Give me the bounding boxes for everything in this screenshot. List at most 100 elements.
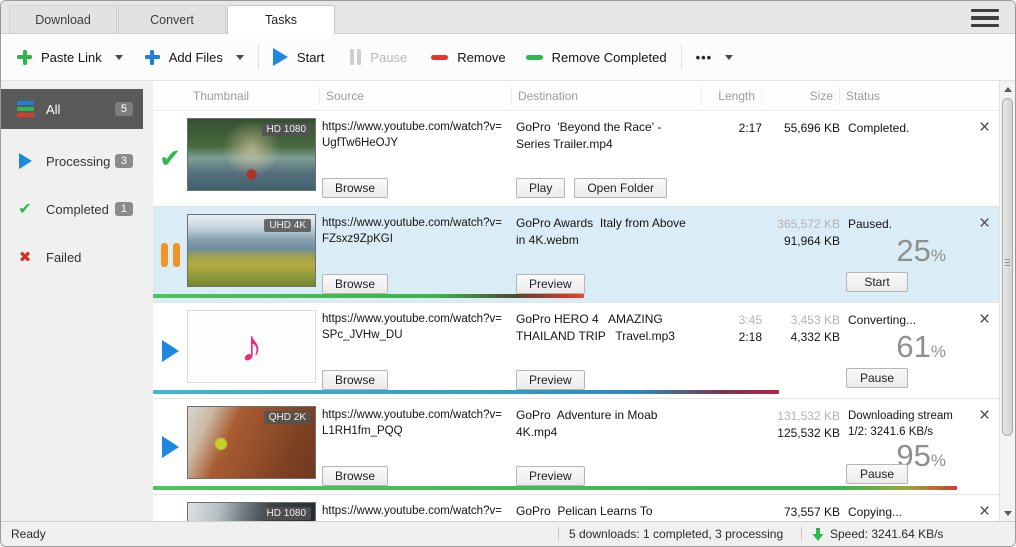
column-status: Status <box>840 87 999 105</box>
length-cell: 3:45 2:18 <box>702 303 762 398</box>
plus-icon <box>17 50 32 65</box>
hamburger-menu-icon[interactable] <box>971 9 999 28</box>
task-row[interactable]: ♪ https://www.youtube.com/watch?v=SPc_JV… <box>153 303 999 399</box>
size-cell: 55,696 KB <box>762 111 840 206</box>
tab-bar: Download Convert Tasks <box>1 1 1015 34</box>
vertical-scrollbar[interactable] <box>999 81 1015 521</box>
sidebar-item-failed[interactable]: ✖ Failed <box>1 239 143 275</box>
sidebar-item-all[interactable]: All 5 <box>1 89 143 129</box>
task-row[interactable]: UHD 4K https://www.youtube.com/watch?v=F… <box>153 207 999 303</box>
tab-convert[interactable]: Convert <box>118 5 226 33</box>
size-done: 91,964 KB <box>762 233 840 250</box>
size-total: 365,572 KB <box>762 216 840 233</box>
browse-button[interactable]: Browse <box>322 274 388 294</box>
task-grid: Thumbnail Source Destination Length Size… <box>153 81 999 521</box>
status-speed: Speed: 3241.64 KB/s <box>801 527 1015 541</box>
speed-label: Speed: 3241.64 KB/s <box>830 527 943 541</box>
remove-completed-button[interactable]: Remove Completed <box>526 50 667 65</box>
pause-icon <box>161 243 180 267</box>
play-icon <box>162 436 179 458</box>
task-list-area: Thumbnail Source Destination Length Size… <box>153 81 1015 521</box>
pause-icon <box>350 49 361 65</box>
progress-bar <box>153 486 957 490</box>
source-url: https://www.youtube.com/watch?v=SPc_JVHw… <box>322 311 502 343</box>
destination-filename: GoPro Pelican Learns To Fish.mp4 <box>516 503 694 521</box>
length-cell: 2:17 <box>702 111 762 206</box>
open-folder-button[interactable]: Open Folder <box>574 178 667 198</box>
all-tasks-icon <box>14 101 36 117</box>
main-area: All 5 Processing 3 ✔ Completed 1 ✖ Faile… <box>1 81 1015 521</box>
tab-download[interactable]: Download <box>9 5 117 33</box>
length-cell <box>702 207 762 302</box>
size-done: 125,532 KB <box>762 425 840 442</box>
column-length: Length <box>702 87 762 105</box>
close-icon[interactable]: × <box>976 118 994 137</box>
start-button[interactable]: Start <box>273 48 324 66</box>
task-row[interactable]: ✔ HD 1080 https://www.youtube.com/watch?… <box>153 111 999 207</box>
count-badge: 1 <box>115 202 133 216</box>
close-icon[interactable]: × <box>976 502 994 521</box>
scroll-up-button[interactable] <box>1000 81 1015 97</box>
task-row[interactable]: HD 1080 https://www.youtube.com/watch?v=… <box>153 495 999 521</box>
chevron-down-icon[interactable] <box>115 55 123 60</box>
size-total: 3,453 KB <box>762 312 840 329</box>
close-icon[interactable]: × <box>976 310 994 329</box>
video-thumbnail: HD 1080 <box>187 118 316 191</box>
ellipsis-icon: ••• <box>696 50 713 65</box>
start-button[interactable]: Start <box>846 272 908 292</box>
audio-thumbnail: ♪ <box>187 310 316 383</box>
scrollbar-thumb[interactable] <box>1002 98 1013 436</box>
destination-filename: GoPro 'Beyond the Race' - Series Trailer… <box>516 119 694 153</box>
column-source: Source <box>320 87 512 105</box>
close-icon[interactable]: × <box>976 406 994 425</box>
browse-button[interactable]: Browse <box>322 178 388 198</box>
progress-percent: 61% <box>848 331 970 362</box>
remove-button[interactable]: Remove <box>431 50 505 65</box>
add-files-button[interactable]: Add Files <box>145 50 244 65</box>
paste-link-button[interactable]: Paste Link <box>17 50 123 65</box>
app-window: Download Convert Tasks Paste Link Add Fi… <box>0 0 1016 547</box>
start-label: Start <box>297 50 324 65</box>
close-icon[interactable]: × <box>976 214 994 233</box>
pause-button[interactable]: Pause <box>350 49 407 65</box>
sidebar-item-completed[interactable]: ✔ Completed 1 <box>1 191 143 227</box>
toolbar: Paste Link Add Files Start Pause Remove … <box>1 34 1015 81</box>
preview-button[interactable]: Preview <box>516 466 585 486</box>
preview-button[interactable]: Preview <box>516 370 585 390</box>
status-text: Copying... <box>848 504 970 521</box>
status-ready: Ready <box>1 527 558 541</box>
check-icon: ✔ <box>14 199 36 219</box>
column-size: Size <box>762 87 840 105</box>
video-thumbnail: QHD 2K <box>187 406 316 479</box>
progress-bar <box>153 294 584 298</box>
status-text: Paused. <box>848 216 970 233</box>
chevron-down-icon[interactable] <box>236 55 244 60</box>
check-icon: ✔ <box>159 143 181 174</box>
status-text: Converting... <box>848 312 970 329</box>
pause-button[interactable]: Pause <box>846 464 908 484</box>
source-url: https://www.youtube.com/watch?v=UgfTw6He… <box>322 119 502 151</box>
more-actions-button[interactable]: ••• <box>696 50 734 65</box>
scroll-down-button[interactable] <box>1000 505 1015 521</box>
sidebar-item-processing[interactable]: Processing 3 <box>1 143 143 179</box>
scrollbar-grip <box>1005 259 1010 266</box>
size-cell: 3,453 KB 4,332 KB <box>762 303 840 398</box>
play-button[interactable]: Play <box>516 178 565 198</box>
quality-badge: UHD 4K <box>264 219 311 232</box>
preview-button[interactable]: Preview <box>516 274 585 294</box>
quality-badge: HD 1080 <box>262 507 311 520</box>
tab-tasks[interactable]: Tasks <box>227 5 335 34</box>
pause-button[interactable]: Pause <box>846 368 908 388</box>
sidebar-item-label: Completed <box>46 202 115 217</box>
browse-button[interactable]: Browse <box>322 466 388 486</box>
count-badge: 3 <box>115 154 133 168</box>
task-row[interactable]: QHD 2K https://www.youtube.com/watch?v=L… <box>153 399 999 495</box>
browse-button[interactable]: Browse <box>322 370 388 390</box>
add-files-label: Add Files <box>169 50 223 65</box>
size-cell: 73,557 KB <box>762 495 840 521</box>
sidebar: All 5 Processing 3 ✔ Completed 1 ✖ Faile… <box>1 81 153 521</box>
length-done: 2:18 <box>702 329 762 346</box>
column-destination: Destination <box>512 87 702 105</box>
size-done: 4,332 KB <box>762 329 840 346</box>
size-total: 131,532 KB <box>762 408 840 425</box>
